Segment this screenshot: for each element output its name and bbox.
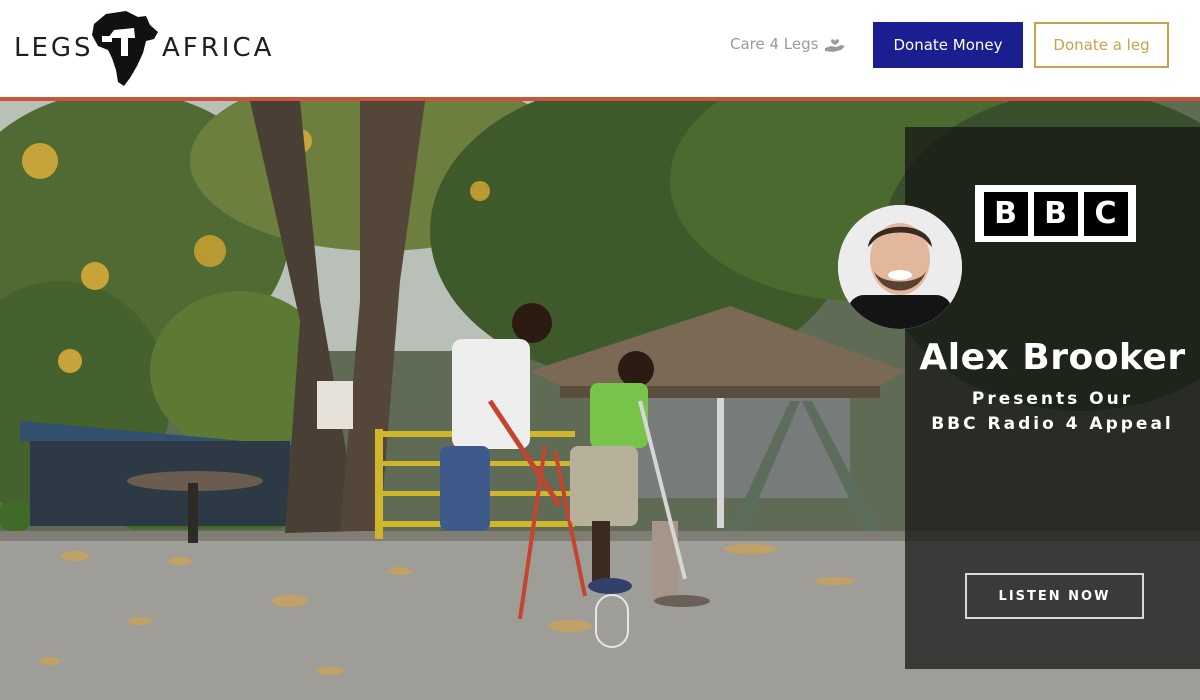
presenter-name: Alex Brooker bbox=[919, 337, 1186, 378]
africa-map-icon bbox=[92, 11, 158, 86]
helping-hand-icon bbox=[825, 39, 846, 52]
donate-money-button[interactable]: Donate Money bbox=[873, 22, 1023, 68]
logo-word-africa: AFRICA bbox=[162, 33, 275, 63]
care-4-legs-link[interactable]: Care 4 Legs bbox=[730, 32, 846, 56]
donate-a-leg-button[interactable]: Donate a leg bbox=[1034, 22, 1169, 68]
care-4-legs-label: Care 4 Legs bbox=[730, 35, 819, 53]
bbc-letter-b2: B bbox=[1033, 191, 1078, 236]
bbc-letter-c: C bbox=[1083, 191, 1128, 236]
legs-4-africa-logo[interactable]: LEGS AFRICA bbox=[14, 8, 271, 88]
site-header: LEGS AFRICA Care 4 Legs Donate Money Don… bbox=[0, 0, 1200, 97]
logo-word-legs: LEGS bbox=[14, 33, 94, 63]
hero-banner: B B C Alex Brooker Presents Our BBC Radi… bbox=[0, 101, 1200, 700]
presenter-portrait bbox=[838, 205, 962, 329]
bbc-logo: B B C bbox=[975, 185, 1136, 242]
bbc-letter-b1: B bbox=[983, 191, 1028, 236]
appeal-caption-panel: B B C Alex Brooker Presents Our BBC Radi… bbox=[905, 127, 1200, 669]
presents-line: Presents Our bbox=[971, 389, 1134, 409]
listen-now-button[interactable]: LISTEN NOW bbox=[965, 573, 1144, 619]
scroll-mouse-icon[interactable] bbox=[595, 594, 629, 648]
appeal-title: BBC Radio 4 Appeal bbox=[931, 414, 1174, 434]
presenter-avatar bbox=[838, 205, 962, 329]
